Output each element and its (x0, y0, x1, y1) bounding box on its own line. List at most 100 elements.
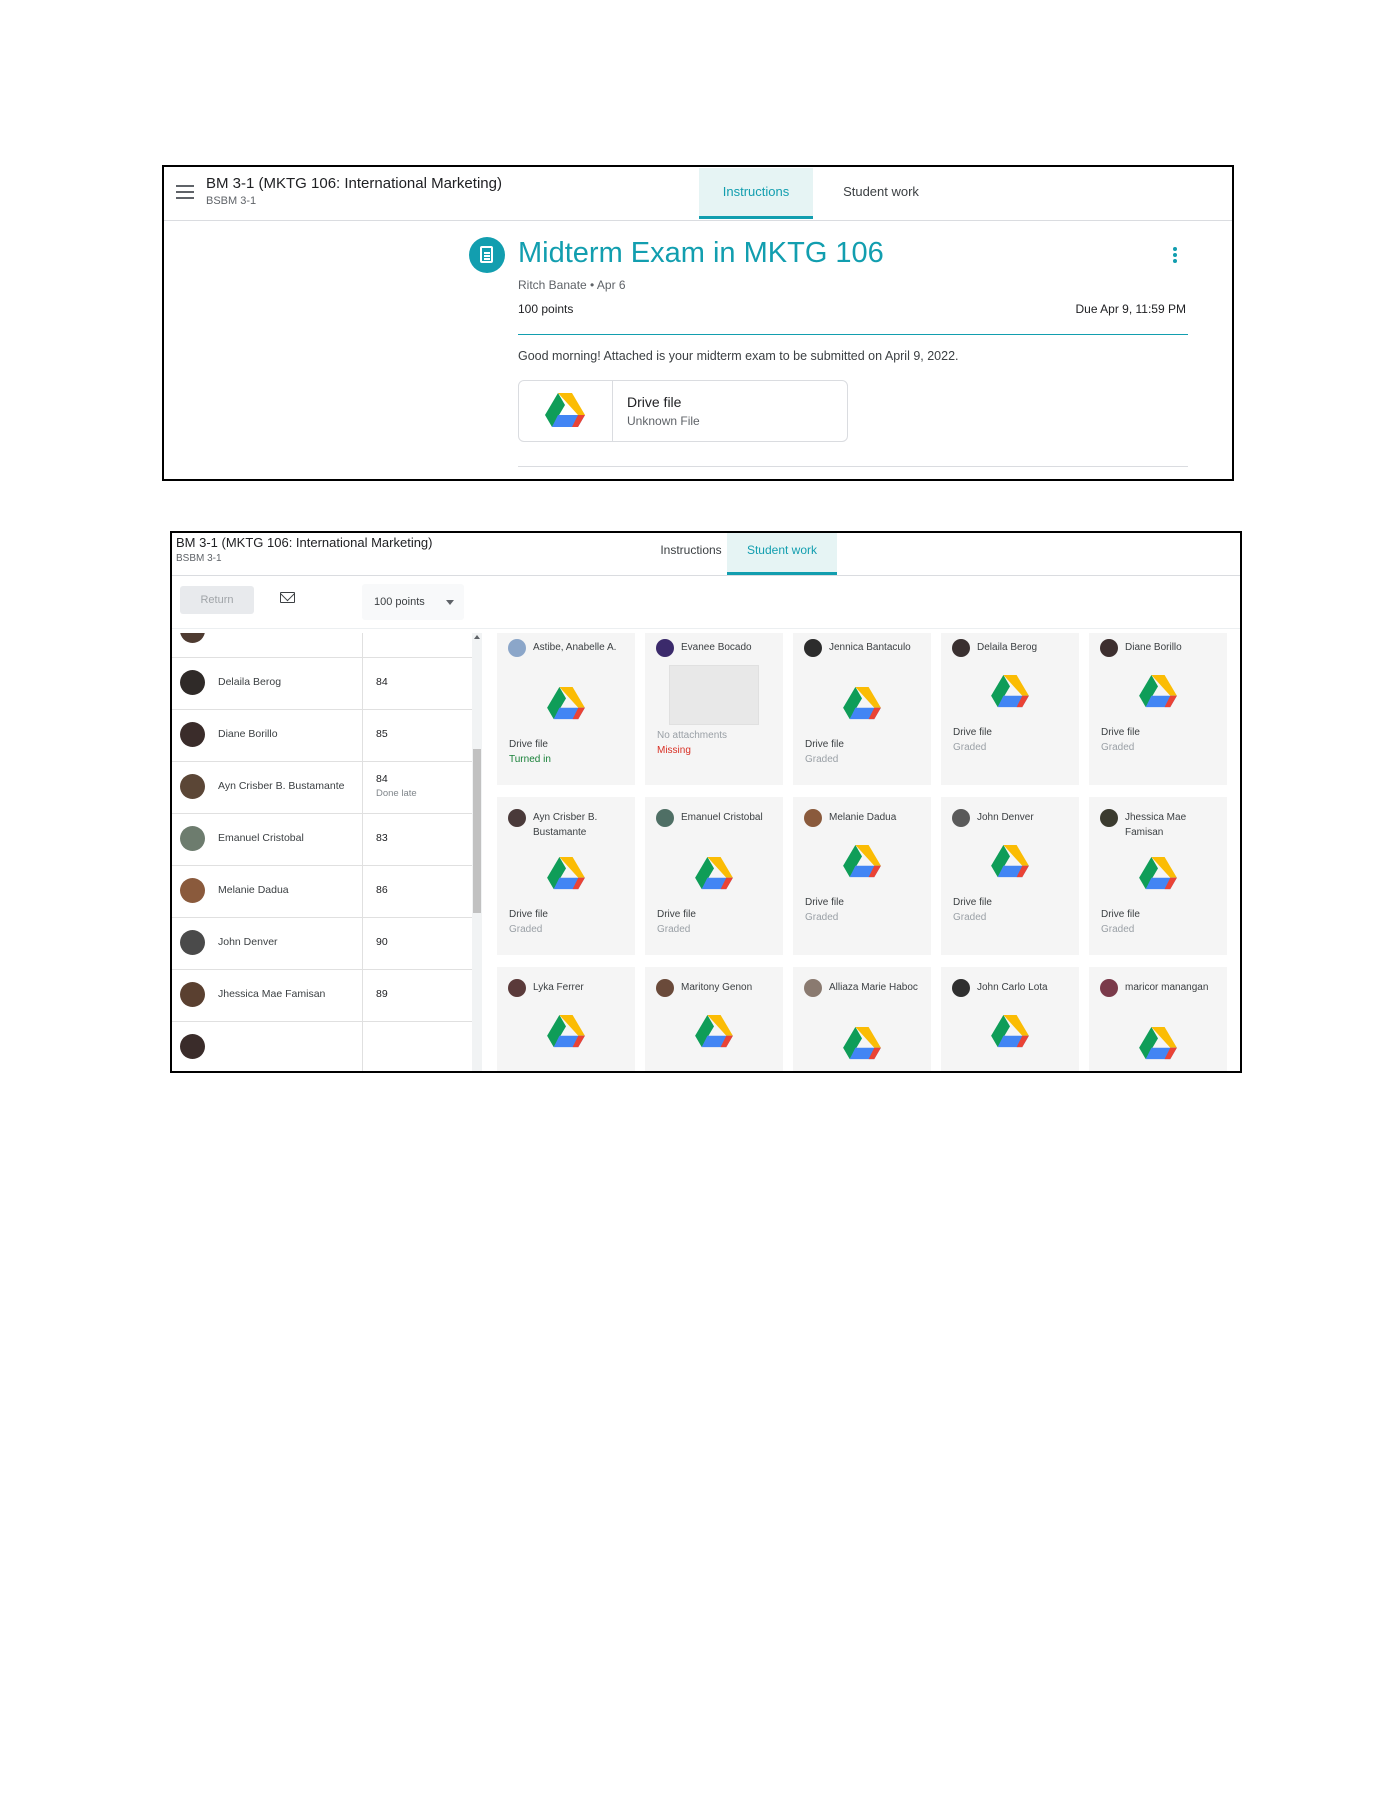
google-drive-icon (547, 857, 585, 890)
return-button[interactable]: Return (180, 586, 254, 614)
file-label: Drive file (1101, 727, 1140, 738)
avatar (180, 633, 205, 643)
student-name: Ayn Crisber B. Bustamante (533, 812, 598, 838)
more-vert-icon[interactable] (1172, 247, 1178, 265)
attachment-type: Unknown File (627, 414, 700, 428)
student-name: Delaila Berog (218, 676, 282, 688)
google-drive-icon (545, 393, 585, 427)
submission-status: Graded (805, 754, 839, 765)
drive-thumbnail[interactable] (990, 675, 1030, 709)
drive-thumbnail[interactable] (546, 857, 586, 891)
divider (362, 969, 363, 1021)
grade-value[interactable]: 89 (376, 988, 388, 1000)
drive-attachment[interactable]: Drive file Unknown File (518, 380, 848, 442)
roster-row[interactable]: Emanuel Cristobal 83 (172, 813, 472, 866)
submission-card[interactable]: Maritony Genon (645, 967, 783, 1071)
student-name: Evanee Bocado (681, 642, 752, 653)
submission-card[interactable]: Diane Borillo Drive file Graded (1089, 633, 1227, 785)
google-drive-icon (695, 1015, 733, 1048)
submission-status: Missing (657, 745, 691, 756)
roster-row[interactable]: Ayn Crisber B. Bustamante 84 Done late (172, 761, 472, 814)
class-section: BSBM 3-1 (176, 553, 222, 564)
divider (362, 633, 363, 657)
submission-card[interactable]: Astibe, Anabelle A. Drive file Turned in (497, 633, 635, 785)
scroll-up-icon[interactable] (474, 635, 480, 639)
drive-thumbnail[interactable] (694, 857, 734, 891)
mail-icon[interactable] (280, 592, 295, 603)
class-section: BSBM 3-1 (206, 195, 257, 207)
submission-card[interactable]: Melanie Dadua Drive file Graded (793, 797, 931, 955)
submission-card[interactable]: maricor manangan (1089, 967, 1227, 1071)
submission-card[interactable]: Jhessica Mae Famisan Drive file Graded (1089, 797, 1227, 955)
drive-thumbnail[interactable] (1138, 1027, 1178, 1061)
roster-row[interactable]: Jennica Bantaculo 84 (172, 633, 472, 658)
grade-value[interactable]: 85 (376, 728, 388, 740)
submission-card[interactable]: Alliaza Marie Haboc (793, 967, 931, 1071)
student-name: Jhessica Mae Famisan (218, 988, 326, 1000)
grade-note: Done late (376, 788, 417, 799)
drive-thumbnail[interactable] (990, 845, 1030, 879)
drive-thumbnail[interactable] (546, 1015, 586, 1049)
grade-value[interactable]: 84 (376, 633, 388, 636)
roster-row[interactable] (172, 1021, 472, 1071)
drive-thumbnail[interactable] (1138, 857, 1178, 891)
tab-instructions[interactable]: Instructions (699, 168, 813, 219)
submission-status: Graded (509, 924, 543, 935)
roster-row[interactable]: Jhessica Mae Famisan 89 (172, 969, 472, 1022)
divider (362, 1021, 363, 1071)
tab-student-work[interactable]: Student work (824, 168, 938, 219)
student-name: John Carlo Lota (977, 982, 1048, 993)
student-name: Melanie Dadua (218, 884, 289, 896)
submission-card[interactable]: Evanee Bocado No attachments Missing (645, 633, 783, 785)
avatar (1100, 809, 1118, 827)
class-header: BM 3-1 (MKTG 106: International Marketin… (164, 167, 1232, 221)
drive-thumbnail[interactable] (842, 687, 882, 721)
drive-thumbnail[interactable] (1138, 675, 1178, 709)
submission-card[interactable]: John Carlo Lota (941, 967, 1079, 1071)
file-label: Drive file (509, 739, 548, 750)
drive-thumbnail[interactable] (990, 1015, 1030, 1049)
grade-value[interactable]: 83 (376, 832, 388, 844)
roster-scrollbar[interactable] (472, 633, 482, 1071)
submission-card[interactable]: Lyka Ferrer (497, 967, 635, 1071)
assignment-title: Midterm Exam in MKTG 106 (518, 237, 884, 269)
scroll-thumb[interactable] (473, 749, 481, 913)
student-name: John Denver (218, 936, 278, 948)
assignment-icon (469, 237, 505, 273)
submission-status: Graded (1101, 924, 1135, 935)
submission-grid: Astibe, Anabelle A. Drive file Turned in… (497, 633, 1240, 1071)
submission-card[interactable]: Jennica Bantaculo Drive file Graded (793, 633, 931, 785)
grade-value[interactable]: 86 (376, 884, 388, 896)
submission-card[interactable]: John Denver Drive file Graded (941, 797, 1079, 955)
dropdown-caret-icon (446, 600, 454, 605)
drive-thumbnail[interactable] (546, 687, 586, 721)
tab-student-work[interactable]: Student work (727, 533, 837, 575)
due-date: Due Apr 9, 11:59 PM (1075, 302, 1186, 316)
drive-thumbnail[interactable] (694, 1015, 734, 1049)
attachment-name: Drive file (627, 394, 682, 410)
google-drive-icon (991, 845, 1029, 878)
drive-thumbnail[interactable] (842, 1027, 882, 1061)
submission-card[interactable]: Ayn Crisber B. Bustamante Drive file Gra… (497, 797, 635, 955)
avatar (656, 809, 674, 827)
drive-thumbnail[interactable] (842, 845, 882, 879)
student-work-screenshot: BM 3-1 (MKTG 106: International Marketin… (170, 531, 1242, 1073)
roster-row[interactable]: Melanie Dadua 86 (172, 865, 472, 918)
roster-row[interactable]: John Denver 90 (172, 917, 472, 970)
roster-row[interactable]: Diane Borillo 85 (172, 709, 472, 762)
student-name: Jennica Bantaculo (218, 633, 304, 636)
menu-icon[interactable] (174, 182, 196, 204)
google-drive-icon (547, 687, 585, 720)
class-title: BM 3-1 (MKTG 106: International Marketin… (206, 175, 502, 192)
grade-value[interactable]: 84 (376, 676, 388, 688)
grade-value[interactable]: 90 (376, 936, 388, 948)
student-name: Alliaza Marie Haboc (829, 982, 918, 993)
google-drive-icon (991, 1015, 1029, 1048)
points-select[interactable]: 100 points (362, 584, 464, 620)
submission-status: Graded (1101, 742, 1135, 753)
submission-card[interactable]: Delaila Berog Drive file Graded (941, 633, 1079, 785)
avatar (952, 979, 970, 997)
roster-row[interactable]: Delaila Berog 84 (172, 657, 472, 710)
grade-value[interactable]: 84 (376, 773, 388, 785)
submission-card[interactable]: Emanuel Cristobal Drive file Graded (645, 797, 783, 955)
